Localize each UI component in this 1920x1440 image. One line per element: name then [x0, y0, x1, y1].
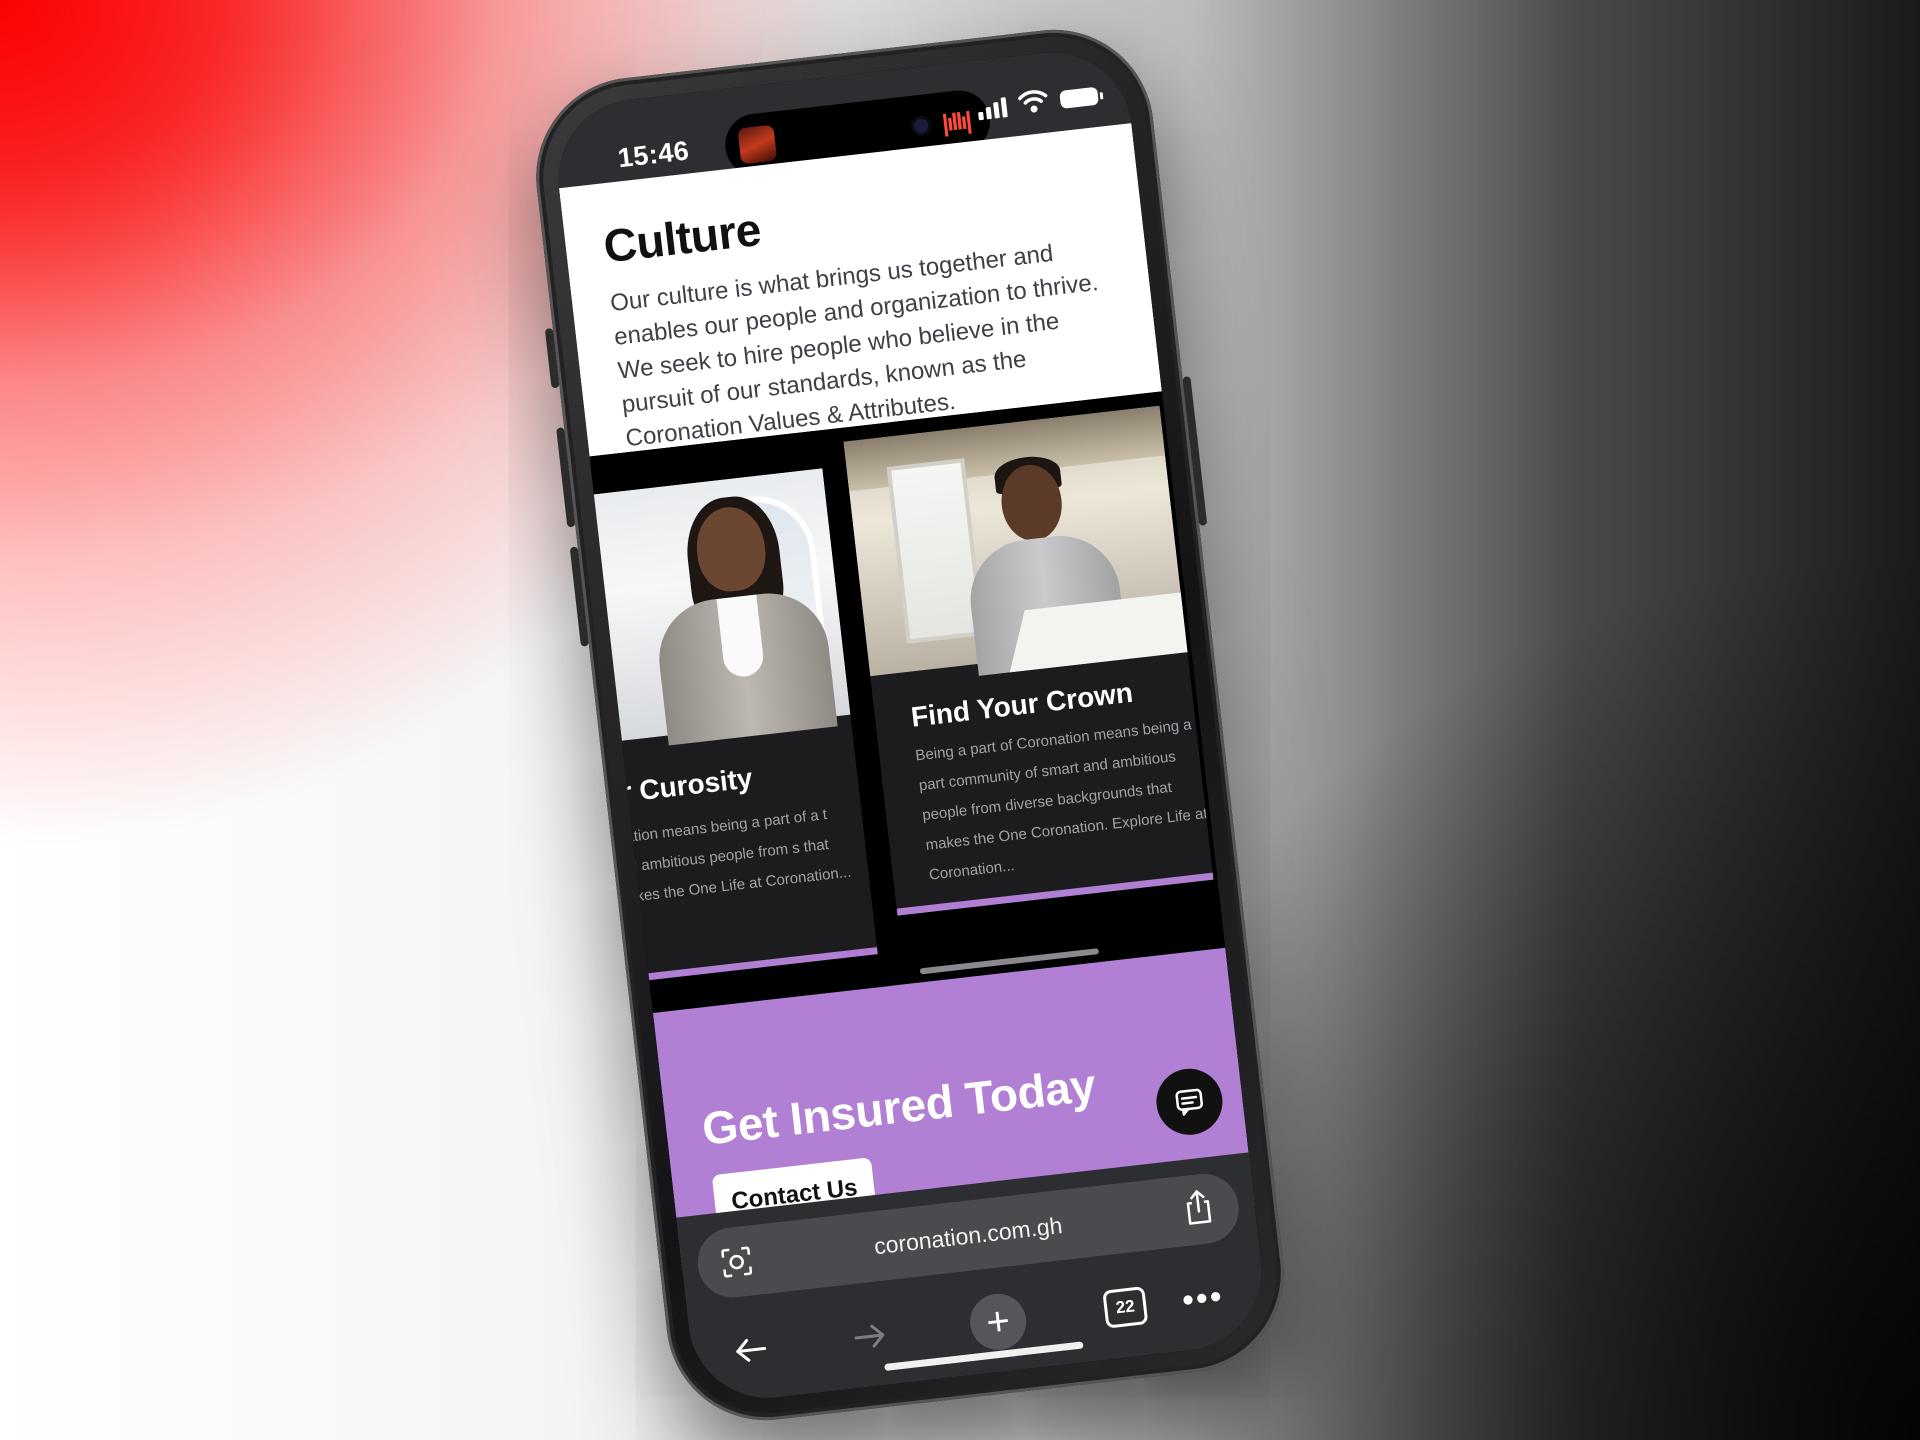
more-icon: ••• [1179, 1276, 1226, 1320]
card-title: ur Curosity [602, 762, 755, 810]
camera-icon [913, 118, 929, 134]
wifi-icon [1018, 90, 1048, 113]
share-icon[interactable] [1180, 1187, 1216, 1228]
audio-waveform-icon: |ıllı| [940, 107, 972, 138]
chat-icon [1175, 1088, 1203, 1116]
values-carousel[interactable]: ur Curosity onation means being a part o… [549, 391, 1226, 1013]
battery-icon [1059, 86, 1099, 109]
tabs-button[interactable]: 22 [1091, 1268, 1159, 1346]
cta-heading: Get Insured Today [699, 1058, 1099, 1155]
status-time: 15:46 [616, 135, 691, 174]
forward-arrow-icon [854, 1324, 885, 1348]
phone-frame: 15:46 |ıllı| Culture Our culture is what… [525, 19, 1295, 1431]
card-description: Being a part of Coronation means being a… [914, 716, 1209, 884]
card-photo [549, 468, 851, 747]
signal-icon [977, 97, 1008, 121]
card-photo [843, 405, 1204, 677]
card-description: onation means being a part of a t and am… [608, 806, 853, 908]
back-button[interactable] [722, 1311, 780, 1388]
more-button[interactable]: ••• [1171, 1260, 1235, 1338]
power-button [1182, 376, 1208, 526]
value-card[interactable]: Find Your Crown Being a part of Coronati… [843, 405, 1214, 916]
back-arrow-icon [736, 1338, 767, 1362]
phone-screen: 15:46 |ıllı| Culture Our culture is what… [549, 43, 1271, 1407]
chat-button[interactable] [1152, 1065, 1226, 1139]
tabs-icon: 22 [1102, 1286, 1149, 1329]
now-playing-artwork [737, 124, 778, 165]
plus-icon: + [967, 1290, 1030, 1353]
